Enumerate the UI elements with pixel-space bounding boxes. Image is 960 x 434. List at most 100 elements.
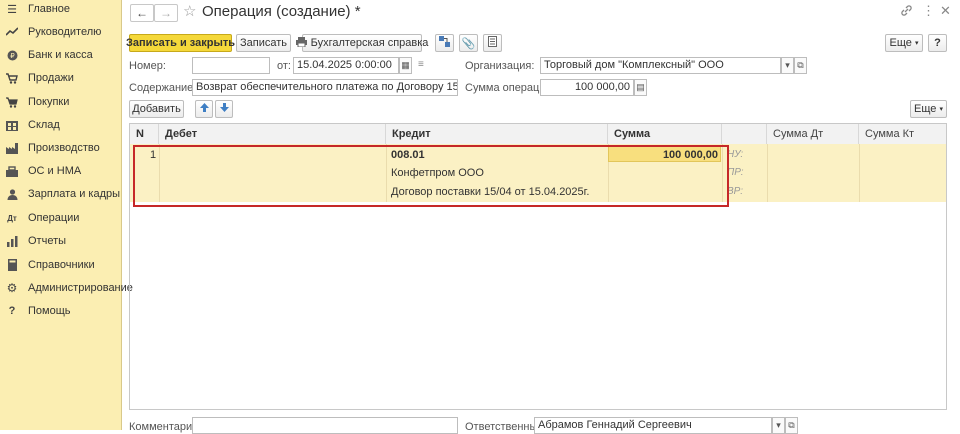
person-icon [6,188,18,200]
column-header-amount[interactable]: Сумма [608,124,722,144]
date-field[interactable]: 15.04.2025 0:00:00 [293,57,399,74]
paperclip-icon: 📎 [461,37,476,50]
hint-temporary-diff: ВР: [727,186,744,197]
move-down-button[interactable] [215,100,233,118]
table-more-button[interactable]: Еще ▾ [910,100,947,118]
page-title: Операция (создание) * [202,3,361,20]
sidebar-item-catalogs[interactable]: Справочники [0,254,121,276]
sidebar-item-label: Банк и касса [28,49,93,61]
table-more-label: Еще [914,103,937,115]
date-label: от: [277,60,291,72]
number-label: Номер: [129,60,166,72]
chevron-down-icon: ▾ [914,40,919,47]
sidebar-item-reports[interactable]: Отчеты [0,230,121,252]
sidebar-item-production[interactable]: Производство [0,137,121,159]
coins-icon: ₽ [6,49,18,61]
sidebar-item-purchases[interactable]: Покупки [0,91,121,113]
organization-field[interactable]: Торговый дом "Комплексный" ООО [540,57,781,74]
accounting-report-button[interactable]: Бухгалтерская справка [295,34,428,52]
sidebar-item-label: Помощь [28,305,71,317]
sidebar-item-help[interactable]: ? Помощь [0,300,121,322]
back-icon: ← [136,6,148,20]
sidebar-item-salary[interactable]: Зарплата и кадры [0,183,121,205]
attach-button[interactable]: 📎 [459,34,478,52]
menu-icon: ☰ [7,3,17,16]
column-header-credit[interactable]: Кредит [386,124,608,144]
document-button[interactable] [483,34,502,52]
link-icon[interactable] [900,4,913,20]
sidebar-item-operations[interactable]: Дт Операции [0,207,121,229]
more-menu-icon[interactable]: ⋮ [922,3,935,19]
responsible-dropdown-button[interactable]: ▾ [772,417,785,434]
column-header-debit[interactable]: Дебет [159,124,386,144]
post-and-close-button[interactable]: Записать и закрыть [126,34,235,52]
structure-icon [439,36,450,50]
arrow-down-icon [219,103,229,115]
open-link-icon: ⧉ [797,60,804,70]
organization-open-button[interactable]: ⧉ [794,57,807,74]
sidebar-item-warehouse[interactable]: Склад [0,114,121,136]
save-button[interactable]: Записать [236,34,291,52]
close-icon[interactable]: ✕ [940,3,951,19]
sidebar-item-bank[interactable]: ₽ Банк и касса [0,44,121,66]
sidebar: ☰ Главное Руководителю ₽ Банк и касса Пр… [0,0,133,430]
help-button[interactable]: ? [928,34,947,52]
organization-dropdown-button[interactable]: ▾ [781,57,794,74]
selection-highlight-frame [133,145,729,207]
column-header-accounting-type[interactable] [722,124,767,144]
trend-icon [6,26,18,38]
column-header-amount-debit[interactable]: Сумма Дт [767,124,859,144]
table-header: N Дебет Кредит Сумма Сумма Дт Сумма Кт [130,124,946,145]
calculator-icon: ▤ [636,82,645,92]
comment-label: Комментарий: [129,421,202,433]
operation-sum-field[interactable]: 100 000,00 [540,79,634,96]
back-button[interactable]: ← [130,4,154,22]
number-field[interactable] [192,57,270,74]
document-icon [488,36,497,50]
column-header-n[interactable]: N [130,124,159,144]
history-icon[interactable]: ≡ [418,59,424,70]
operations-icon: Дт [7,213,17,223]
column-divider [859,144,860,202]
responsible-open-button[interactable]: ⧉ [785,417,798,434]
sidebar-item-label: Руководителю [28,26,102,38]
content-label: Содержание: [129,82,197,94]
more-button[interactable]: Еще ▾ [885,34,923,52]
calendar-icon: ▦ [401,60,410,70]
sidebar-item-main[interactable]: ☰ Главное [0,0,121,20]
add-row-button[interactable]: Добавить [129,100,184,118]
main-area: ← → ☆ Операция (создание) * ⋮ ✕ Записать… [122,0,960,434]
warehouse-icon [6,119,18,131]
forward-icon: → [160,6,172,20]
sidebar-item-assets[interactable]: ОС и НМА [0,160,121,182]
sidebar-item-label: Продажи [28,72,74,84]
calendar-button[interactable]: ▦ [399,57,412,74]
sidebar-item-label: Справочники [28,259,95,271]
forward-button[interactable]: → [154,4,178,22]
structure-button[interactable] [435,34,454,52]
sidebar-item-label: Операции [28,212,80,224]
book-icon [6,259,18,271]
basket-icon [6,96,18,108]
svg-text:₽: ₽ [10,52,15,60]
printer-icon [295,36,307,50]
gear-icon: ⚙ [6,281,18,295]
column-header-amount-credit[interactable]: Сумма Кт [859,124,946,144]
sidebar-item-manager[interactable]: Руководителю [0,21,121,43]
open-link-icon: ⧉ [788,420,795,430]
favorite-star-icon[interactable]: ☆ [183,2,196,20]
help-icon: ? [8,305,16,317]
sidebar-item-label: Отчеты [28,235,67,247]
factory-icon [6,142,18,154]
chart-icon [6,235,18,247]
responsible-field[interactable]: Абрамов Геннадий Сергеевич [534,417,772,434]
sidebar-item-admin[interactable]: ⚙ Администрирование [0,277,133,299]
content-field[interactable]: Возврат обеспечительного платежа по Дого… [192,79,458,96]
organization-label: Организация: [465,60,535,72]
sidebar-item-label: Главное [28,3,71,15]
hint-tax-accounting: НУ: [727,149,744,160]
sidebar-item-sales[interactable]: Продажи [0,67,121,89]
comment-field[interactable] [192,417,458,434]
calculator-button[interactable]: ▤ [634,79,647,96]
move-up-button[interactable] [195,100,213,118]
